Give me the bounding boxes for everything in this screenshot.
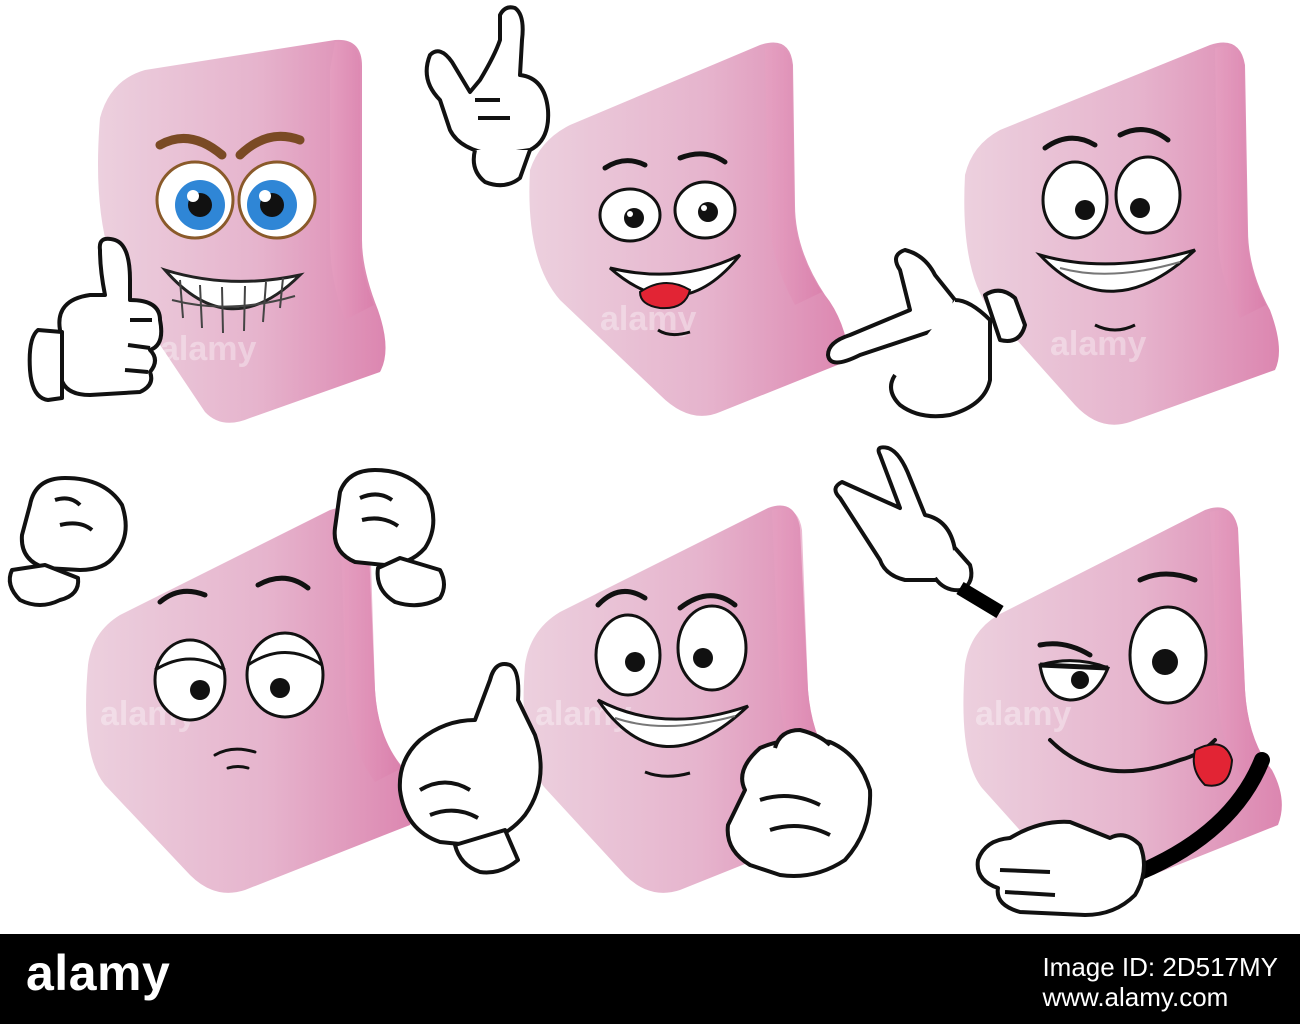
open-hand-left	[397, 662, 543, 875]
cartoon-illustration: alamy alamy alamy alamy alamy alamy	[7, 5, 1282, 917]
character-grin-hands: alamy	[397, 505, 873, 893]
image-id-block: Image ID: 2D517MY www.alamy.com	[1042, 952, 1278, 1012]
watermark-text: alamy	[160, 330, 256, 368]
character-grin-thumbs-up: alamy	[27, 39, 386, 423]
character-happy-tongue: alamy	[424, 5, 850, 416]
character-big-smile: alamy	[826, 42, 1279, 425]
character-worried: alamy	[7, 468, 446, 893]
alamy-logo: alamy	[26, 945, 171, 1001]
peace-sign-hand	[833, 445, 1004, 619]
open-hand-bottom	[975, 819, 1146, 917]
image-id: Image ID: 2D517MY	[1042, 952, 1278, 982]
watermark-text: alamy	[1050, 325, 1146, 363]
site-url: www.alamy.com	[1042, 982, 1229, 1012]
left-fist	[7, 476, 128, 607]
rock-horns-hand	[424, 5, 551, 188]
character-wink-tongue: alamy	[833, 445, 1282, 917]
footer-bar: alamy Image ID: 2D517MY www.alamy.com	[0, 934, 1300, 1024]
watermark-text: alamy	[975, 695, 1071, 733]
